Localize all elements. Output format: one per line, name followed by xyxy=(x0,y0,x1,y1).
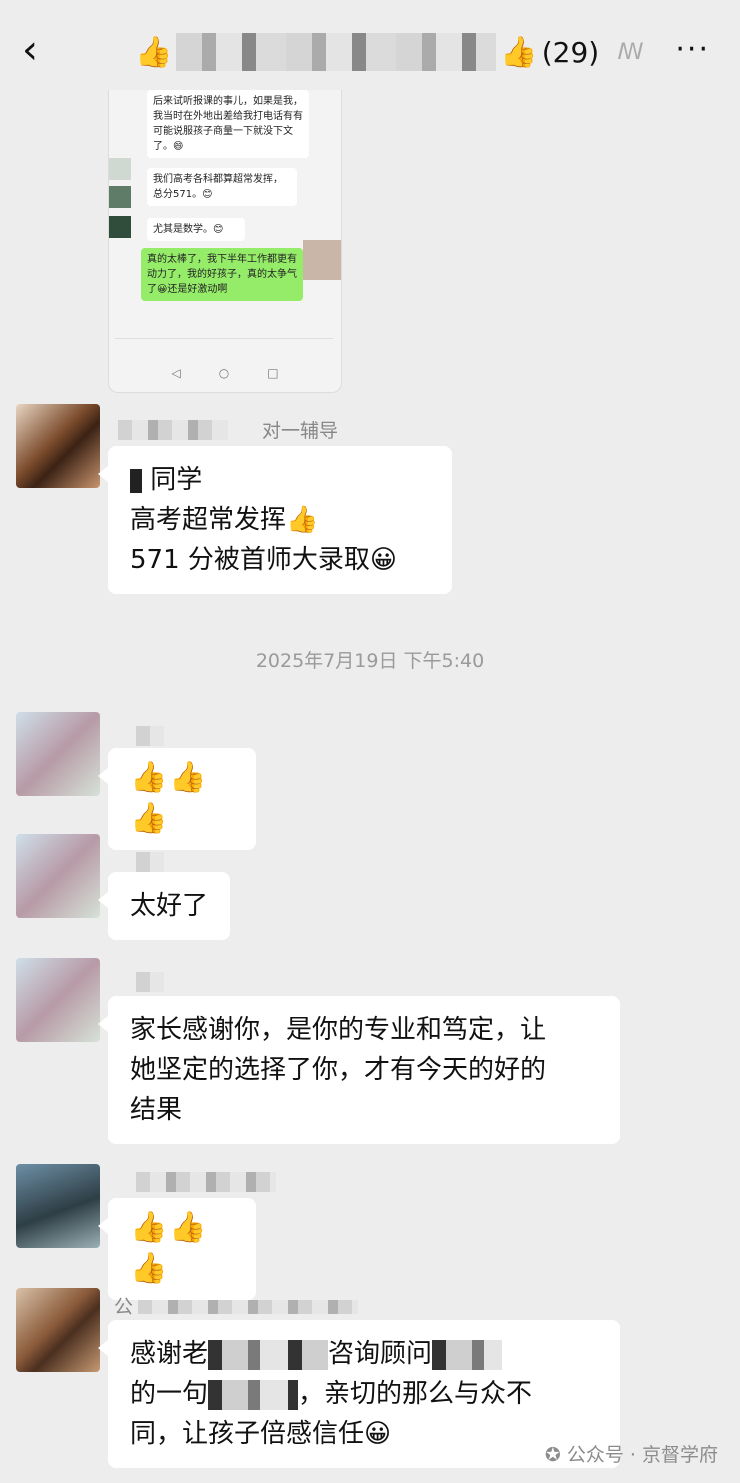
message-bubble[interactable]: 同学 高考超常发挥👍 571 分被首师大录取😀 xyxy=(98,446,452,594)
avatar xyxy=(303,240,341,280)
avatar xyxy=(109,216,131,238)
message-text: 同学 xyxy=(150,465,203,495)
blurred-nickname xyxy=(136,972,164,992)
message-text: ，亲切的那么与众不 xyxy=(298,1379,533,1409)
message-text: 感谢老 xyxy=(130,1339,209,1369)
sender-nickname: 公 xyxy=(114,1296,134,1318)
title-bar: ‹ 👍 👍 (29) ꟿ ··· xyxy=(0,0,740,96)
member-count: (29) xyxy=(541,35,600,69)
avatar[interactable] xyxy=(16,404,100,488)
timestamp: 2025年7月19日 下午5:40 xyxy=(255,650,485,672)
blurred-nickname xyxy=(138,1300,358,1314)
avatar[interactable] xyxy=(16,712,100,796)
censored-text xyxy=(432,1339,503,1370)
shared-chat-screenshot[interactable]: 后来试听报课的事儿，如果是我，我当时在外地出差给我打电话有有可能说服孩子商量一下… xyxy=(108,90,342,393)
message-bubble[interactable]: 太好了 xyxy=(97,872,231,940)
censored-text xyxy=(208,1339,329,1370)
blurred-nickname xyxy=(118,420,228,440)
more-options-icon[interactable]: ··· xyxy=(675,32,710,67)
group-title: 👍 👍 (29) ꟿ xyxy=(135,30,644,74)
avatar xyxy=(109,186,131,208)
avatar[interactable] xyxy=(16,958,100,1042)
message-bubble[interactable]: 👍👍👍 xyxy=(98,748,256,850)
blurred-group-name xyxy=(176,33,497,71)
message-text: 家长感谢你，是你的专业和笃定，让 xyxy=(130,1015,547,1045)
message-text: 咨询顾问 xyxy=(328,1339,433,1369)
thumbs-up-icon: 👍👍👍 xyxy=(130,1210,209,1286)
screenshot-input-bar xyxy=(115,338,333,361)
message-bubble[interactable]: 感谢老 咨询顾问 的一句 ，亲切的那么与众不 同，让孩子倍感信任😀 xyxy=(98,1320,620,1468)
message-text: 太好了 xyxy=(130,891,209,921)
watermark-text: 公众号 · 京督学府 xyxy=(566,1444,718,1466)
message-text: 她坚定的选择了你，才有今天的好的 xyxy=(130,1055,547,1085)
blurred-nickname xyxy=(136,852,164,872)
censored-text xyxy=(208,1379,299,1410)
wechat-icon: ✪ xyxy=(544,1444,561,1466)
blurred-nickname xyxy=(136,1172,276,1192)
censored-name xyxy=(130,468,142,493)
sender-nickname: 对一辅导 xyxy=(262,420,339,442)
screenshot-message: 尤其是数学。😊 xyxy=(147,218,245,241)
thumbs-up-icon: 👍 xyxy=(500,34,538,70)
message-text: 结果 xyxy=(130,1095,183,1125)
avatar[interactable] xyxy=(16,1164,100,1248)
avatar[interactable] xyxy=(16,1288,100,1372)
back-arrow-icon[interactable]: ‹ xyxy=(22,30,38,70)
message-bubble[interactable]: 👍👍👍 xyxy=(98,1198,256,1300)
message-text: 571 分被首师大录取😀 xyxy=(130,545,397,575)
nav-home-icon: ○ xyxy=(218,366,230,380)
thumbs-up-icon: 👍 xyxy=(135,34,173,70)
message-text: 的一句 xyxy=(130,1379,209,1409)
screenshot-message: 真的太棒了，我下半年工作都更有动力了，我的好孩子，真的太争气了😀还是好激动啊 xyxy=(141,248,303,301)
avatar[interactable] xyxy=(16,834,100,918)
message-text: 高考超常发挥👍 xyxy=(130,505,319,535)
nav-recent-icon: □ xyxy=(267,366,279,380)
earpiece-mode-icon: ꟿ xyxy=(617,39,644,65)
message-text: 同，让孩子倍感信任😀 xyxy=(130,1419,392,1449)
thumbs-up-icon: 👍👍👍 xyxy=(130,760,209,836)
message-bubble[interactable]: 家长感谢你，是你的专业和笃定，让 她坚定的选择了你，才有今天的好的 结果 xyxy=(98,996,620,1144)
watermark: ✪ 公众号 · 京督学府 xyxy=(545,1440,718,1467)
screenshot-nav-bar: ◁ ○ □ xyxy=(109,366,341,388)
screenshot-message: 后来试听报课的事儿，如果是我，我当时在外地出差给我打电话有有可能说服孩子商量一下… xyxy=(147,90,309,158)
blurred-nickname xyxy=(136,726,164,746)
avatar xyxy=(109,158,131,180)
screenshot-message: 我们高考各科都算超常发挥，总分571。😊 xyxy=(147,168,297,206)
nav-back-icon: ◁ xyxy=(171,366,181,380)
